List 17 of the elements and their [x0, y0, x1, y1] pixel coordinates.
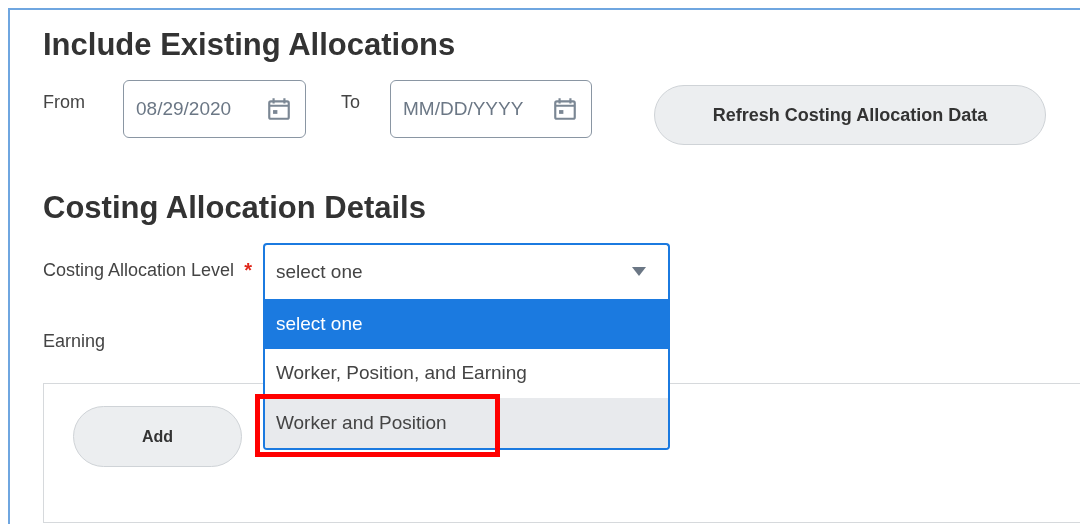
required-mark: * [244, 259, 252, 282]
refresh-button[interactable]: Refresh Costing Allocation Data [654, 85, 1046, 145]
section-heading: Costing Allocation Details [43, 189, 427, 226]
date-field[interactable]: MM/DD/YYYY [390, 80, 592, 138]
add-button[interactable]: Add [73, 406, 242, 467]
field-label: Earning [43, 331, 107, 352]
from-label: From [43, 92, 85, 113]
date-field[interactable]: 08/29/2020 [123, 80, 306, 138]
caret-icon [631, 267, 646, 277]
dropdown-option[interactable]: Worker and Position [264, 398, 668, 448]
select-field[interactable]: select one [262, 243, 670, 299]
to-label: To [341, 92, 360, 113]
calendar-icon[interactable] [266, 96, 292, 122]
field-label: Costing Allocation Level [43, 260, 235, 281]
calendar-icon[interactable] [552, 96, 578, 122]
section-heading: Include Existing Allocations [43, 26, 457, 63]
dropdown-option[interactable]: select one [264, 299, 668, 349]
